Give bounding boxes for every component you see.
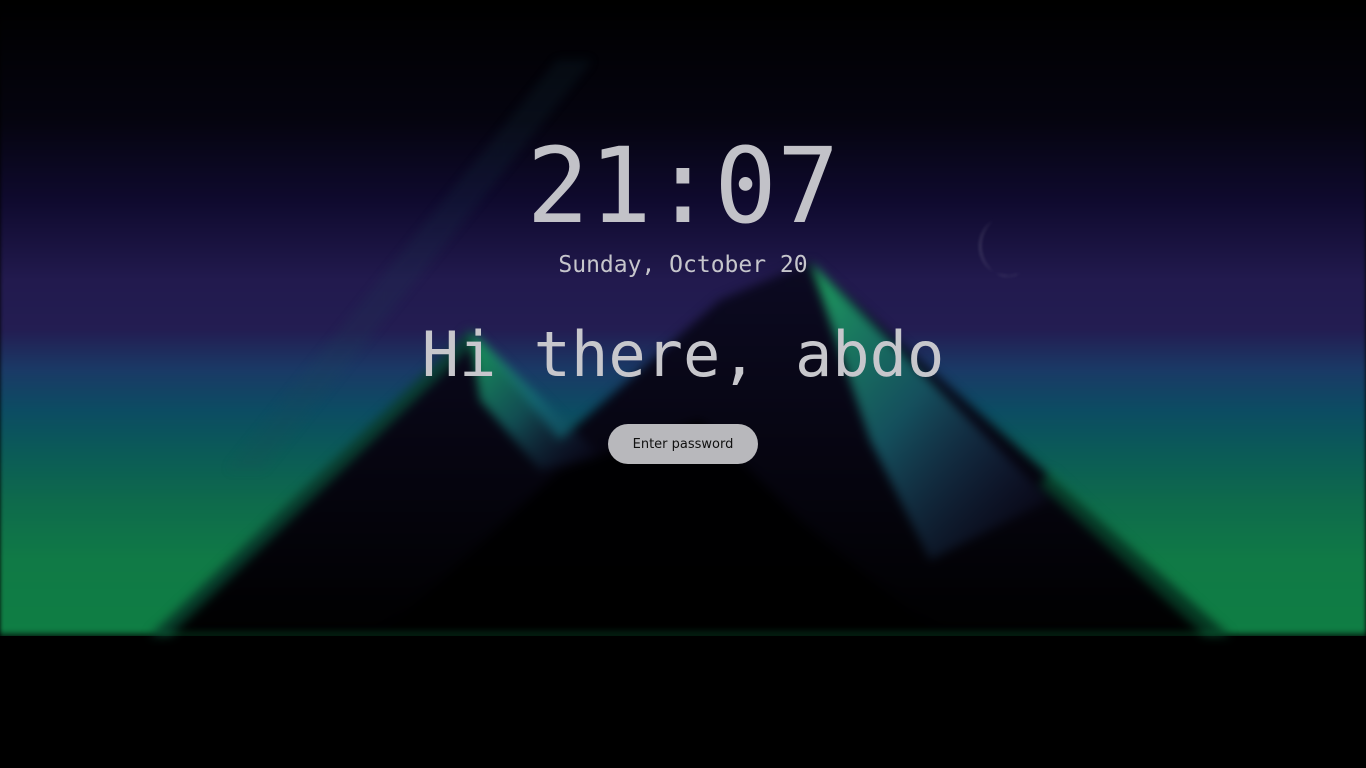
lock-screen: 21:07 Sunday, October 20 Hi there, abdo [0, 0, 1366, 768]
clock-time: 21:07 [526, 125, 840, 247]
greeting-text: Hi there, abdo [421, 318, 945, 391]
lock-overlay: 21:07 Sunday, October 20 Hi there, abdo [0, 0, 1366, 768]
password-input[interactable] [608, 424, 758, 464]
clock-date: Sunday, October 20 [558, 252, 808, 278]
